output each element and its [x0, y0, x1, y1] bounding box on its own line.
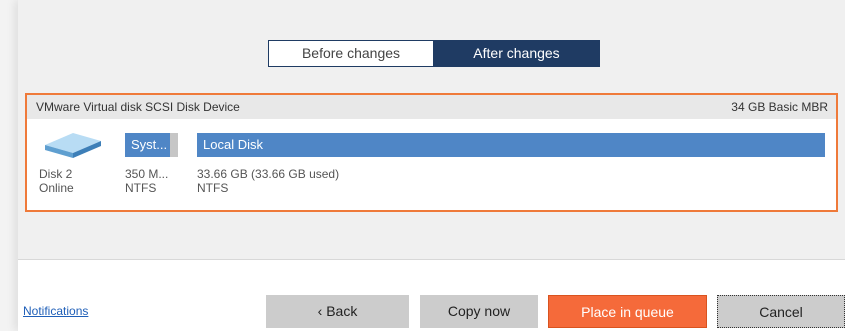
back-button[interactable]: ‹ Back: [266, 295, 409, 328]
app-root: Before changes After changes VMware Virt…: [0, 0, 845, 331]
partition-system-size: 350 M...: [125, 167, 169, 181]
notifications-link[interactable]: Notifications: [23, 304, 88, 318]
cancel-button[interactable]: Cancel: [717, 295, 845, 328]
place-in-queue-button[interactable]: Place in queue: [548, 295, 707, 328]
copy-disk-dialog: Before changes After changes VMware Virt…: [18, 0, 845, 331]
disk-size-info: 34 GB Basic MBR: [731, 100, 828, 114]
disk-label: Disk 2: [39, 167, 73, 181]
partition-local-disk[interactable]: Local Disk: [197, 133, 825, 157]
hard-drive-icon: [45, 133, 101, 158]
disk-header: VMware Virtual disk SCSI Disk Device 34 …: [27, 95, 836, 119]
disk-status: Online: [39, 181, 74, 195]
partition-system-unused: [170, 133, 178, 157]
before-changes-tab[interactable]: Before changes: [269, 41, 434, 66]
after-changes-tab[interactable]: After changes: [434, 41, 599, 66]
disk-layout-area: Before changes After changes VMware Virt…: [18, 0, 845, 260]
partition-local-fs: NTFS: [197, 181, 229, 195]
partition-local-size: 33.66 GB (33.66 GB used): [197, 167, 340, 181]
disk-device-name: VMware Virtual disk SCSI Disk Device: [36, 100, 240, 114]
copy-now-button[interactable]: Copy now: [420, 295, 538, 328]
disk-panel[interactable]: VMware Virtual disk SCSI Disk Device 34 …: [25, 93, 838, 212]
partition-system-fs: NTFS: [125, 181, 157, 195]
view-toggle: Before changes After changes: [268, 40, 600, 67]
